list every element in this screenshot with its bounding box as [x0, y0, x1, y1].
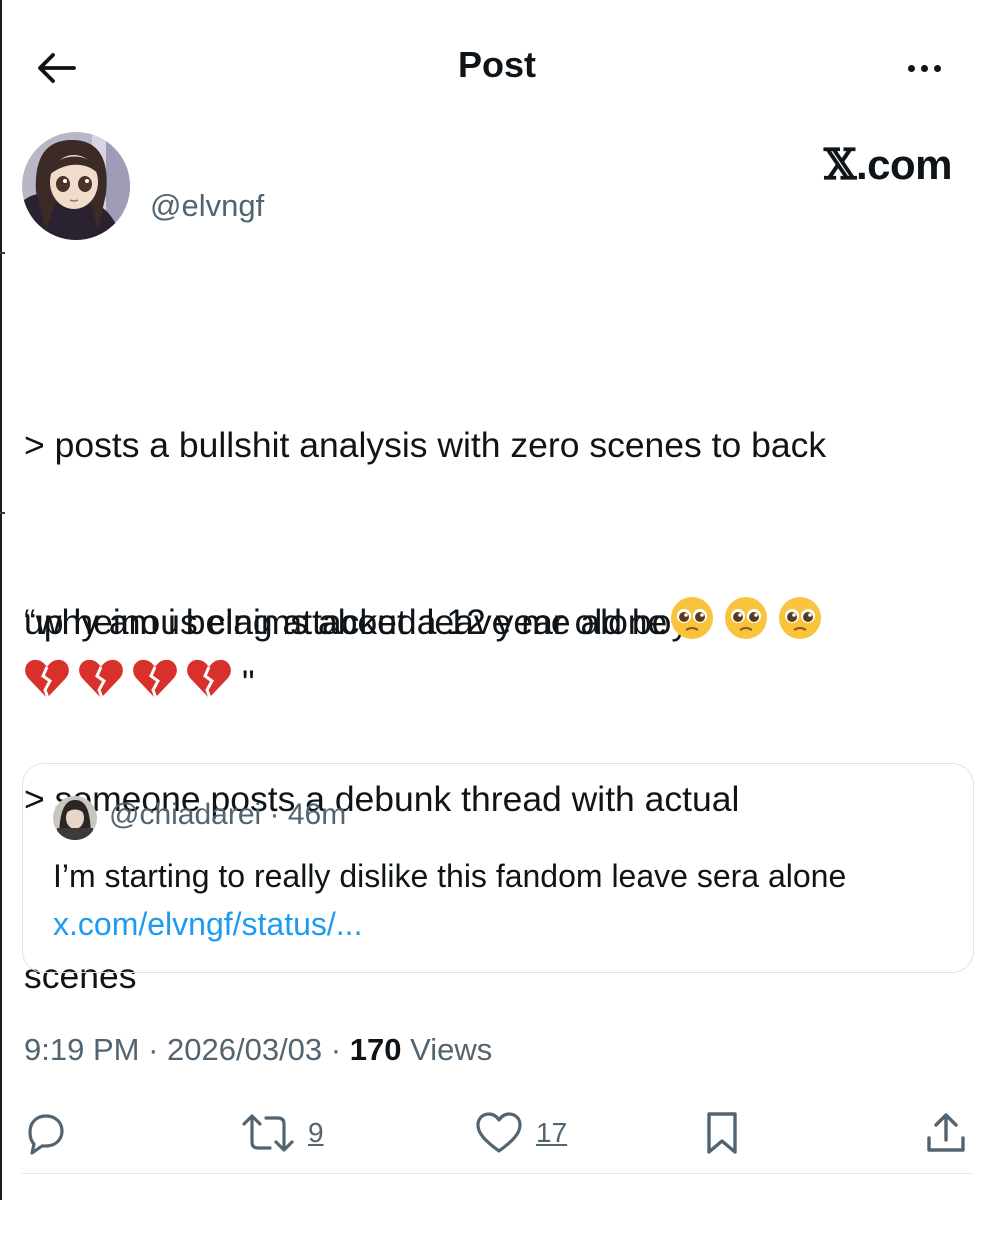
- post-line-hearts: ": [24, 654, 964, 713]
- page-title: Post: [457, 44, 536, 85]
- views-label: Views: [410, 1032, 493, 1067]
- reply-button[interactable]: [22, 1100, 68, 1166]
- broken-heart-icon: [186, 658, 232, 709]
- window-edge: [0, 0, 2, 1200]
- post-line: “why am i being attacked leave me alone: [24, 602, 668, 642]
- reply-icon: [28, 1114, 64, 1155]
- broken-heart-icon: [78, 658, 124, 709]
- closing-quote: ": [242, 663, 255, 703]
- x-com-watermark: 𝕏.com: [823, 140, 953, 189]
- divider: [22, 1173, 974, 1174]
- share-button[interactable]: [924, 1100, 968, 1166]
- repost-count[interactable]: 9: [308, 1117, 324, 1149]
- action-bar: 9 17: [0, 1100, 994, 1166]
- quoted-handle: @chiadarei: [109, 798, 262, 831]
- post-time: 9:19 PM: [24, 1032, 140, 1067]
- quoted-body: I’m starting to really dislike this fand…: [53, 858, 847, 894]
- pleading-face-icon: [723, 595, 769, 650]
- post-meta: 9:19 PM · 2026/03/03 · 170 Views: [24, 1032, 492, 1068]
- window-edge-tick: [0, 512, 5, 514]
- quoted-text: I’m starting to really dislike this fand…: [53, 852, 933, 948]
- quoted-meta: @chiadarei · 46m: [109, 798, 346, 832]
- views-count: 170: [349, 1032, 402, 1067]
- repost-button[interactable]: 9: [240, 1100, 324, 1166]
- more-horizontal-icon: [907, 64, 915, 72]
- bookmark-button[interactable]: [702, 1100, 742, 1166]
- like-button[interactable]: 17: [474, 1100, 567, 1166]
- pleading-face-icon: [669, 595, 715, 650]
- separator-dot: ·: [330, 1032, 350, 1067]
- post-line-emoji: “why am i being attacked leave me alone: [24, 593, 964, 652]
- quoted-post[interactable]: @chiadarei · 46m I’m starting to really …: [22, 763, 974, 973]
- heart-icon: [476, 1112, 522, 1153]
- separator-dot: ·: [148, 1032, 168, 1067]
- window-edge-tick: [0, 252, 5, 254]
- quoted-avatar: [53, 796, 97, 840]
- repost-icon: [242, 1114, 294, 1152]
- post-date: 2026/03/03: [167, 1032, 323, 1067]
- like-count[interactable]: 17: [536, 1117, 567, 1149]
- separator-dot: ·: [269, 798, 288, 831]
- top-bar: Post: [0, 0, 994, 130]
- more-options-button[interactable]: [896, 50, 952, 86]
- broken-heart-icon: [132, 658, 178, 709]
- quoted-time: 46m: [287, 798, 347, 831]
- more-horizontal-icon: [920, 64, 928, 72]
- avatar[interactable]: [22, 132, 130, 240]
- bookmark-icon: [707, 1112, 737, 1154]
- more-horizontal-icon: [933, 64, 941, 72]
- post-line: > posts a bullshit analysis with zero sc…: [24, 425, 827, 465]
- pleading-face-icon: [777, 595, 823, 650]
- share-icon: [927, 1113, 965, 1152]
- broken-heart-icon: [24, 658, 70, 709]
- author-handle[interactable]: @elvngf: [150, 188, 264, 224]
- quoted-link[interactable]: x.com/elvngf/status/...: [53, 906, 362, 942]
